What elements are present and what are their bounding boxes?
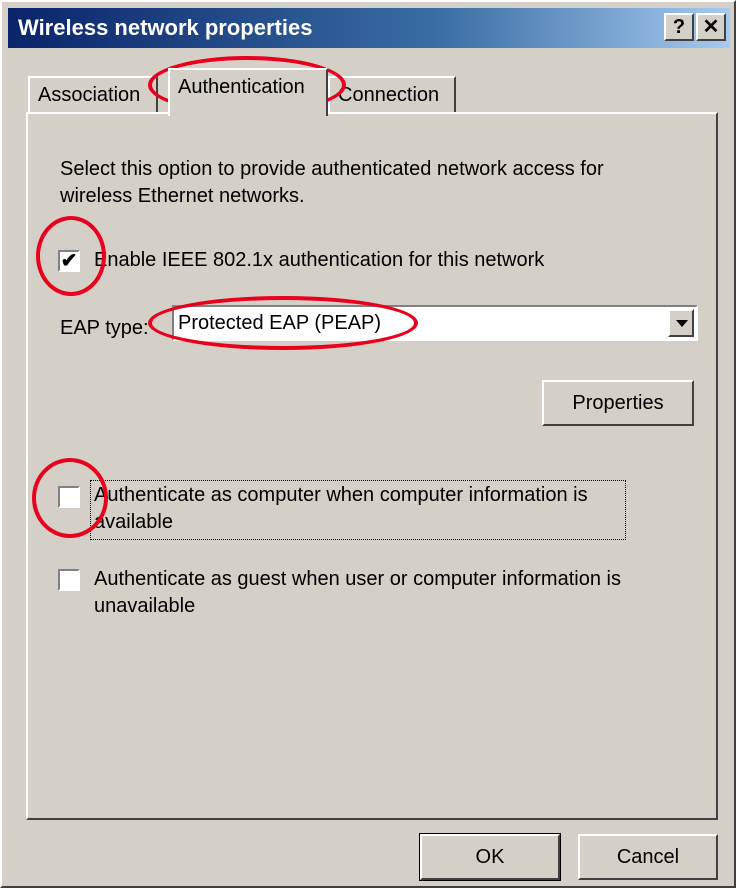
title-bar[interactable]: Wireless network properties ? ✕	[8, 8, 730, 48]
tab-panel	[26, 112, 718, 820]
ok-button[interactable]: OK	[419, 833, 561, 881]
window-title: Wireless network properties	[18, 15, 313, 40]
tab-connection[interactable]: Connection	[328, 76, 456, 114]
tab-authentication[interactable]: Authentication	[168, 68, 328, 116]
auth-as-guest-label[interactable]: Authenticate as guest when user or compu…	[94, 566, 664, 620]
highlight-ring-enable-checkbox	[36, 216, 106, 296]
help-button[interactable]: ?	[664, 13, 694, 41]
cancel-button[interactable]: Cancel	[578, 834, 718, 880]
highlight-ring-eap-type	[148, 296, 418, 350]
enable-8021x-label[interactable]: Enable IEEE 802.1x authentication for th…	[94, 247, 654, 274]
eap-type-label: EAP type:	[60, 317, 149, 339]
tab-association[interactable]: Association	[28, 76, 158, 114]
close-button[interactable]: ✕	[696, 13, 726, 41]
auth-as-guest-checkbox[interactable]	[58, 569, 80, 591]
auth-as-computer-label[interactable]: Authenticate as computer when computer i…	[94, 482, 622, 536]
description-text: Select this option to provide authentica…	[60, 158, 604, 207]
highlight-ring-computer-checkbox	[32, 458, 108, 538]
properties-button[interactable]: Properties	[542, 380, 694, 426]
dialog-window: Wireless network properties ? ✕ Associat…	[0, 0, 736, 888]
dropdown-arrow-icon[interactable]	[668, 309, 694, 337]
